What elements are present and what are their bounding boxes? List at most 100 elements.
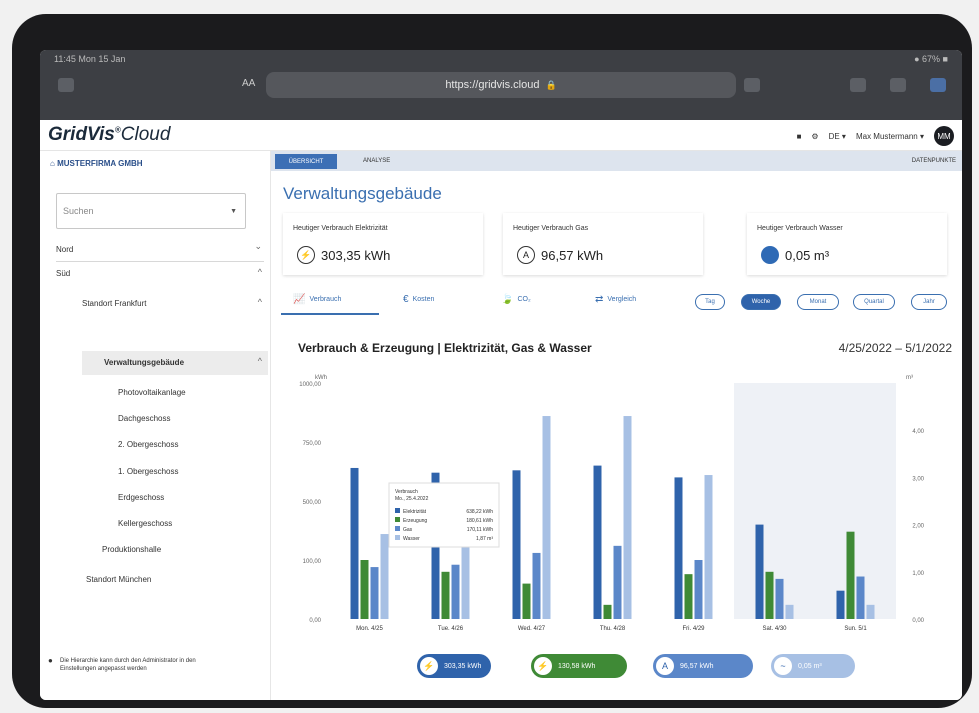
legend-gas[interactable]: A 96,57 kWh xyxy=(653,654,753,678)
period-tag[interactable]: Tag xyxy=(695,294,725,310)
x-tick-label: Wed. 4/27 xyxy=(518,626,546,631)
legend-water[interactable]: ~0,05 m³ xyxy=(771,654,855,678)
gear-icon[interactable]: ⚙ xyxy=(811,132,818,141)
header-actions: ■ ⚙ DE ▾ Max Mustermann ▾ MM xyxy=(797,126,954,146)
y-tick-label: 750,00 xyxy=(303,441,322,447)
bar-wasser xyxy=(785,604,794,619)
search-select[interactable]: Suchen ▼ xyxy=(56,193,246,229)
bar-erzeugung xyxy=(684,574,693,619)
x-tick-label: Sat. 4/30 xyxy=(762,626,787,631)
bar-elektrizität xyxy=(836,590,845,619)
y-tick-label: 100,00 xyxy=(303,559,322,565)
avatar[interactable]: MM xyxy=(934,126,954,146)
sidebar-toggle-icon[interactable] xyxy=(58,78,74,92)
bar-erzeugung xyxy=(360,560,369,619)
consumption-chart[interactable]: 0,00 100,00 500,00 750,00 1000,00 0,00 1,00 2,0… xyxy=(281,361,962,631)
lightning-icon: ⚡ xyxy=(420,657,438,675)
y2-axis-unit: m³ xyxy=(906,375,913,381)
tree-item-dachgeschoss[interactable]: Dachgeschoss xyxy=(118,414,170,423)
tooltip-swatch xyxy=(395,508,400,513)
page-title: Verwaltungsgebäude xyxy=(283,184,442,203)
tree-item-1-og[interactable]: 1. Obergeschoss xyxy=(118,467,178,476)
tree-item-standort-frankfurt[interactable]: Standort Frankfurt ^ xyxy=(82,295,264,317)
tab-label: Vergleich xyxy=(607,296,637,303)
euro-icon: € xyxy=(403,294,409,305)
logo-cloud: Cloud xyxy=(120,124,171,145)
legend-electricity[interactable]: ⚡ 303,35 kWh xyxy=(417,654,491,678)
card-title: Heutiger Verbrauch Elektrizität xyxy=(293,225,388,232)
tooltip-row-label: Erzeugung xyxy=(403,518,427,524)
bar-erzeugung xyxy=(846,531,855,619)
bar-gas xyxy=(613,545,622,619)
leaf-icon: 🍃 xyxy=(501,294,514,305)
address-bar[interactable]: https://gridvis.cloud 🔒 xyxy=(266,72,736,98)
user-name: Max Mustermann xyxy=(855,131,918,141)
tab-uebersicht[interactable]: ÜBERSICHT xyxy=(275,154,337,169)
tab-verbrauch[interactable]: 📈 Verbrauch xyxy=(293,294,341,305)
tab-datenpunkte[interactable]: DATENPUNKTE xyxy=(912,154,956,169)
tab-vergleich[interactable]: ⇄ Vergleich xyxy=(595,294,636,305)
bar-elektrizität xyxy=(350,467,359,619)
period-quartal[interactable]: Quartal xyxy=(853,294,895,310)
tree-item-standort-muenchen[interactable]: Standort München xyxy=(86,575,151,584)
new-tab-icon[interactable] xyxy=(850,78,866,92)
app-logo[interactable]: GridVis®Cloud xyxy=(48,124,170,146)
tab-co2[interactable]: 🍃 CO₂ xyxy=(501,294,531,305)
tablet-frame: 11:45 Mon 15 Jan ● 67% ■ AA https://grid… xyxy=(12,14,972,708)
language-label: DE xyxy=(828,131,840,141)
legend-label: 130,58 kWh xyxy=(558,662,596,670)
tree-item-produktionshalle[interactable]: Produktionshalle xyxy=(102,545,161,554)
tree-item-2-og[interactable]: 2. Obergeschoss xyxy=(118,440,178,449)
tabs-icon[interactable] xyxy=(930,78,946,92)
tree-item-verwaltungsgebaeude[interactable]: Verwaltungsgebäude ^ xyxy=(82,351,268,375)
tree-item-erdgeschoss[interactable]: Erdgeschoss xyxy=(118,493,164,502)
main-content: ÜBERSICHT ANALYSE DATENPUNKTE Verwaltung… xyxy=(271,151,962,700)
legend-generation[interactable]: ⚡ 130,58 kWh xyxy=(531,654,627,678)
water-icon: ~ xyxy=(774,657,792,675)
company-label: MUSTERFIRMA GMBH xyxy=(57,159,143,168)
date-range[interactable]: 4/25/2022 – 5/1/2022 xyxy=(839,341,952,355)
active-tab-indicator xyxy=(281,313,379,315)
app-header: GridVis®Cloud ■ ⚙ DE ▾ Max Mustermann ▾ … xyxy=(40,120,962,151)
tree-item-photovoltaik[interactable]: Photovoltaikanlage xyxy=(118,388,186,397)
language-select[interactable]: DE ▾ xyxy=(829,132,846,141)
bar-elektrizität xyxy=(593,465,602,619)
bar-wasser xyxy=(461,538,470,619)
bookmark-icon[interactable]: ■ xyxy=(797,132,802,141)
sidebar: ⌂ MUSTERFIRMA GMBH Suchen ▼ Nord ⌄ Süd ^ … xyxy=(40,151,271,700)
tab-analyse[interactable]: ANALYSE xyxy=(363,154,390,169)
hierarchy-note: ● Die Hierarchie kann durch den Administ… xyxy=(48,657,200,673)
y-tick-label: 0,00 xyxy=(309,618,321,624)
more-icon[interactable] xyxy=(890,78,906,92)
tooltip-row-label: Elektrizität xyxy=(403,509,427,515)
period-jahr[interactable]: Jahr xyxy=(911,294,947,310)
user-menu[interactable]: Max Mustermann ▾ xyxy=(856,132,924,141)
lock-icon: 🔒 xyxy=(545,79,557,90)
bar-erzeugung xyxy=(522,583,531,619)
tree-item-sued[interactable]: Süd ^ xyxy=(56,265,264,287)
reader-aa-button[interactable]: AA xyxy=(242,78,255,89)
y-axis-unit: kWh xyxy=(315,375,327,381)
card-gas: Heutiger Verbrauch Gas A 96,57 kWh xyxy=(503,213,703,275)
x-tick-label: Thu. 4/28 xyxy=(600,626,626,631)
period-monat[interactable]: Monat xyxy=(797,294,839,310)
legend-label: 0,05 m³ xyxy=(798,662,822,670)
legend-label: 96,57 kWh xyxy=(680,662,714,670)
bar-gas xyxy=(451,564,460,619)
card-title: Heutiger Verbrauch Wasser xyxy=(757,225,843,232)
chevron-up-icon: ^ xyxy=(257,267,262,277)
period-woche[interactable]: Woche xyxy=(741,294,781,310)
status-time: 11:45 Mon 15 Jan xyxy=(54,54,126,64)
chart-toolbar: 📈 Verbrauch € Kosten 🍃 CO₂ ⇄ Vergleich Tag W… xyxy=(271,286,962,316)
chart-title: Verbrauch & Erzeugung | Elektrizität, Ga… xyxy=(298,341,592,355)
tab-kosten[interactable]: € Kosten xyxy=(403,294,434,305)
card-value-row: ⚡ 303,35 kWh xyxy=(297,246,390,264)
card-water: Heutiger Verbrauch Wasser 0,05 m³ xyxy=(747,213,947,275)
share-icon[interactable] xyxy=(744,78,760,92)
bar-wasser xyxy=(542,416,551,619)
tree-item-kellergeschoss[interactable]: Kellergeschoss xyxy=(118,519,172,528)
card-value: 303,35 kWh xyxy=(321,247,391,263)
bar-gas xyxy=(532,552,541,619)
tree-item-nord[interactable]: Nord ⌄ xyxy=(56,239,264,262)
chevron-up-icon: ^ xyxy=(257,297,262,307)
